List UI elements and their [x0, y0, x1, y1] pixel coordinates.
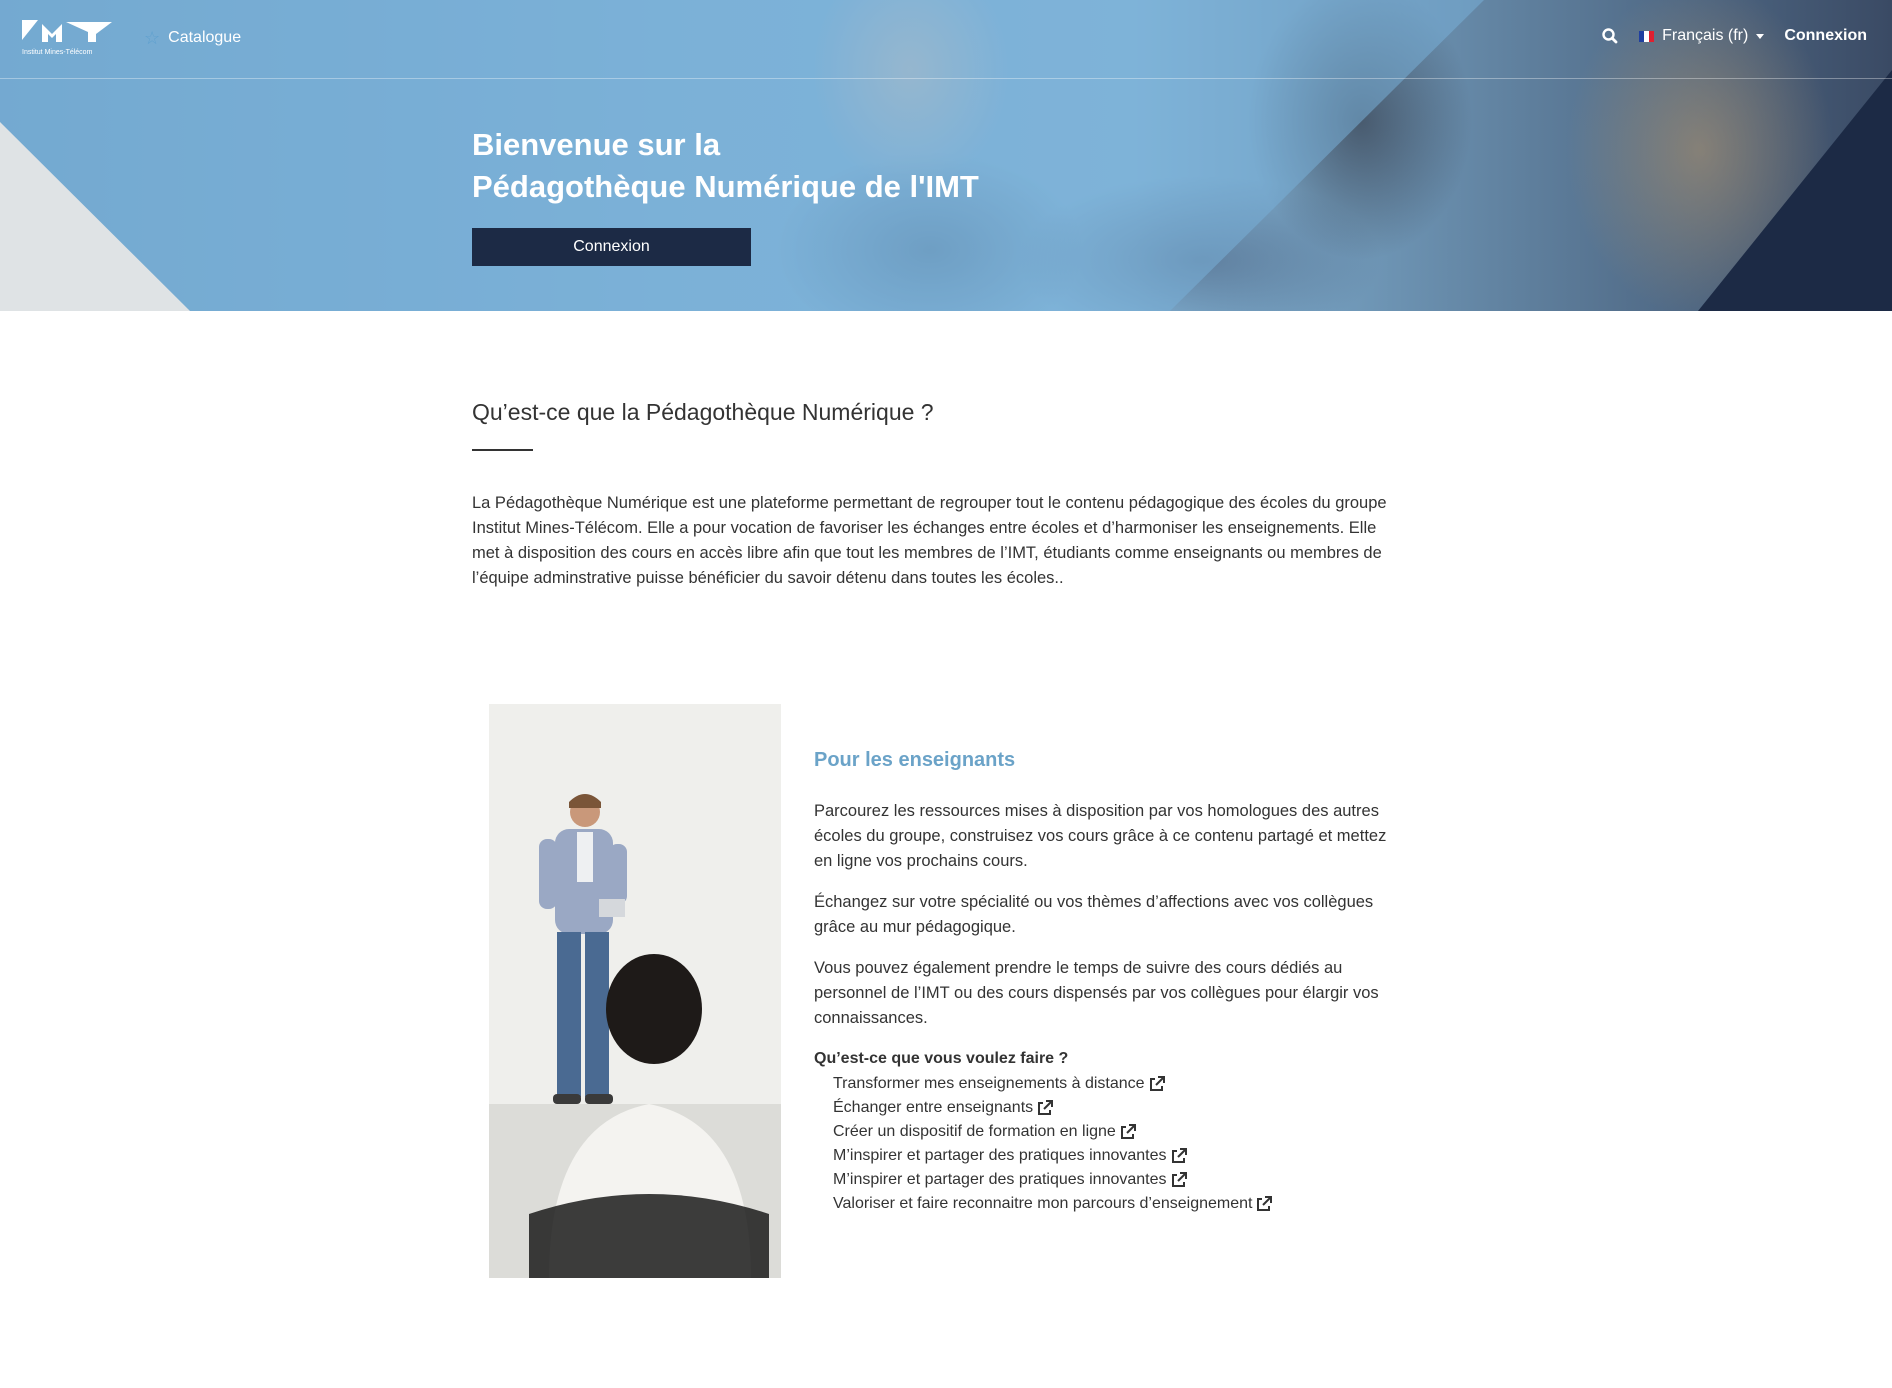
nav-login-link[interactable]: Connexion	[1784, 27, 1867, 45]
external-link-icon	[1171, 1148, 1187, 1163]
teachers-link-3[interactable]: Créer un dispositif de formation en lign…	[833, 1120, 1272, 1144]
external-link-icon	[1171, 1172, 1187, 1187]
about-title: Qu’est-ce que la Pédagothèque Numérique …	[472, 399, 934, 425]
external-link-icon	[1038, 1100, 1054, 1115]
logo-subtitle: Institut Mines-Télécom	[22, 49, 93, 56]
hero-title: Bienvenue sur la Pédagothèque Numérique …	[472, 124, 979, 208]
about-title-underline	[472, 449, 533, 451]
teachers-link-2[interactable]: Échanger entre enseignants	[833, 1096, 1272, 1120]
teachers-link-label: M’inspirer et partager des pratiques inn…	[833, 1171, 1167, 1188]
hero-login-button[interactable]: Connexion	[472, 228, 751, 266]
imt-logo[interactable]: Institut Mines-Télécom	[22, 20, 112, 58]
teachers-link-label: Créer un dispositif de formation en lign…	[833, 1123, 1116, 1140]
teachers-links-list: Transformer mes enseignements à distance…	[833, 1072, 1273, 1216]
imt-logo-mark	[22, 20, 112, 42]
teachers-question: Qu’est-ce que vous voulez faire ?	[814, 1050, 1069, 1067]
teachers-link-label: M’inspirer et partager des pratiques inn…	[833, 1147, 1167, 1164]
teachers-title: Pour les enseignants	[814, 749, 1016, 771]
about-text: La Pédagothèque Numérique est une platef…	[472, 494, 1387, 587]
teachers-paragraph-3: Vous pouvez également prendre le temps d…	[814, 959, 1379, 1027]
teacher-photo-illustration	[489, 704, 781, 1278]
teachers-link-5[interactable]: M’inspirer et partager des pratiques inn…	[833, 1168, 1272, 1192]
external-link-icon	[1149, 1076, 1165, 1091]
nav-catalogue-label: Catalogue	[168, 29, 242, 46]
teachers-link-label: Valoriser et faire reconnaitre mon parco…	[833, 1195, 1253, 1212]
teachers-paragraph-1: Parcourez les ressources mises à disposi…	[814, 802, 1387, 870]
hero-title-line1: Bienvenue sur la	[472, 127, 721, 162]
teachers-link-label: Transformer mes enseignements à distance	[833, 1075, 1145, 1092]
teachers-link-1[interactable]: Transformer mes enseignements à distance	[833, 1072, 1272, 1096]
teachers-link-label: Échanger entre enseignants	[833, 1099, 1034, 1116]
flag-fr-icon	[1639, 30, 1655, 42]
navbar: Institut Mines-Télécom ☆ Catalogue Franç…	[0, 0, 1892, 78]
nav-catalogue-link[interactable]: ☆ Catalogue	[144, 29, 241, 47]
external-link-icon	[1120, 1124, 1136, 1139]
hero-title-line2: Pédagothèque Numérique de l'IMT	[472, 169, 979, 204]
teacher-photo	[489, 704, 781, 1278]
language-selector[interactable]: Français (fr)	[1639, 27, 1765, 45]
caret-down-icon	[1756, 33, 1765, 39]
teachers-paragraph-2: Échangez sur votre spécialité ou vos thè…	[814, 893, 1374, 936]
navbar-divider	[0, 78, 1892, 79]
language-label: Français (fr)	[1662, 27, 1749, 44]
teachers-link-6[interactable]: Valoriser et faire reconnaitre mon parco…	[833, 1192, 1273, 1216]
external-link-icon	[1257, 1196, 1273, 1211]
teachers-link-4[interactable]: M’inspirer et partager des pratiques inn…	[833, 1144, 1272, 1168]
navbar-right: Français (fr) Connexion	[1601, 27, 1867, 45]
search-icon[interactable]	[1601, 27, 1619, 45]
star-icon: ☆	[144, 28, 161, 48]
hero-banner: Institut Mines-Télécom ☆ Catalogue Franç…	[0, 0, 1892, 311]
